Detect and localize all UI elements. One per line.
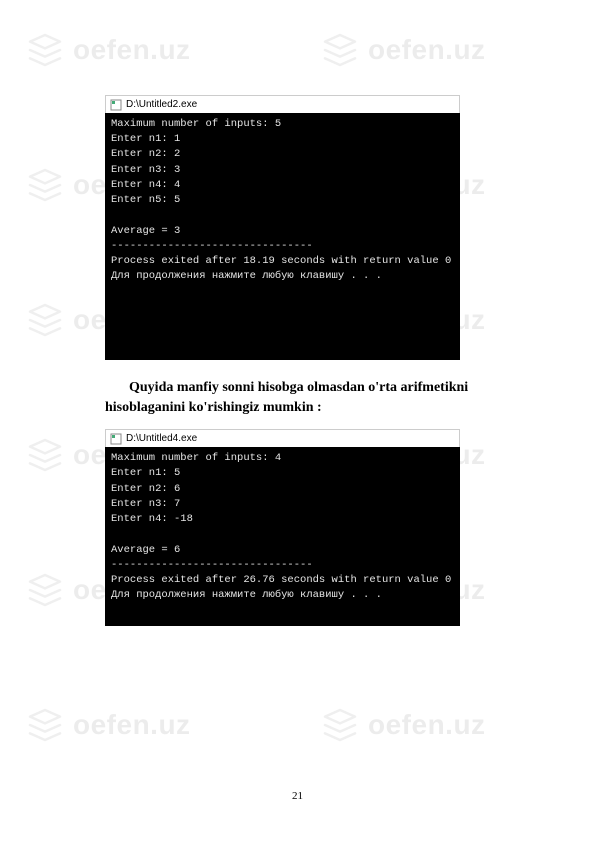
app-icon: [110, 433, 122, 445]
watermark-text: oefen.uz: [368, 709, 486, 741]
page-number: 21: [0, 790, 595, 802]
window-title: D:\Untitled2.exe: [126, 99, 197, 110]
terminal-block-1: D:\Untitled2.exe Maximum number of input…: [105, 95, 535, 360]
watermark: oefen.uz: [320, 705, 486, 745]
app-icon: [110, 99, 122, 111]
body-paragraph: Quyida manfiy sonni hisobga olmasdan o'r…: [105, 378, 535, 417]
watermark: oefen.uz: [25, 705, 191, 745]
terminal-output-2: Maximum number of inputs: 4 Enter n1: 5 …: [105, 447, 460, 626]
window-title-bar: D:\Untitled2.exe: [105, 95, 460, 113]
page-content: D:\Untitled2.exe Maximum number of input…: [0, 0, 595, 626]
window-title: D:\Untitled4.exe: [126, 433, 197, 444]
stack-icon: [320, 705, 360, 745]
stack-icon: [25, 705, 65, 745]
terminal-output-1: Maximum number of inputs: 5 Enter n1: 1 …: [105, 113, 460, 360]
watermark-text: oefen.uz: [73, 709, 191, 741]
terminal-block-2: D:\Untitled4.exe Maximum number of input…: [105, 429, 535, 626]
window-title-bar: D:\Untitled4.exe: [105, 429, 460, 447]
